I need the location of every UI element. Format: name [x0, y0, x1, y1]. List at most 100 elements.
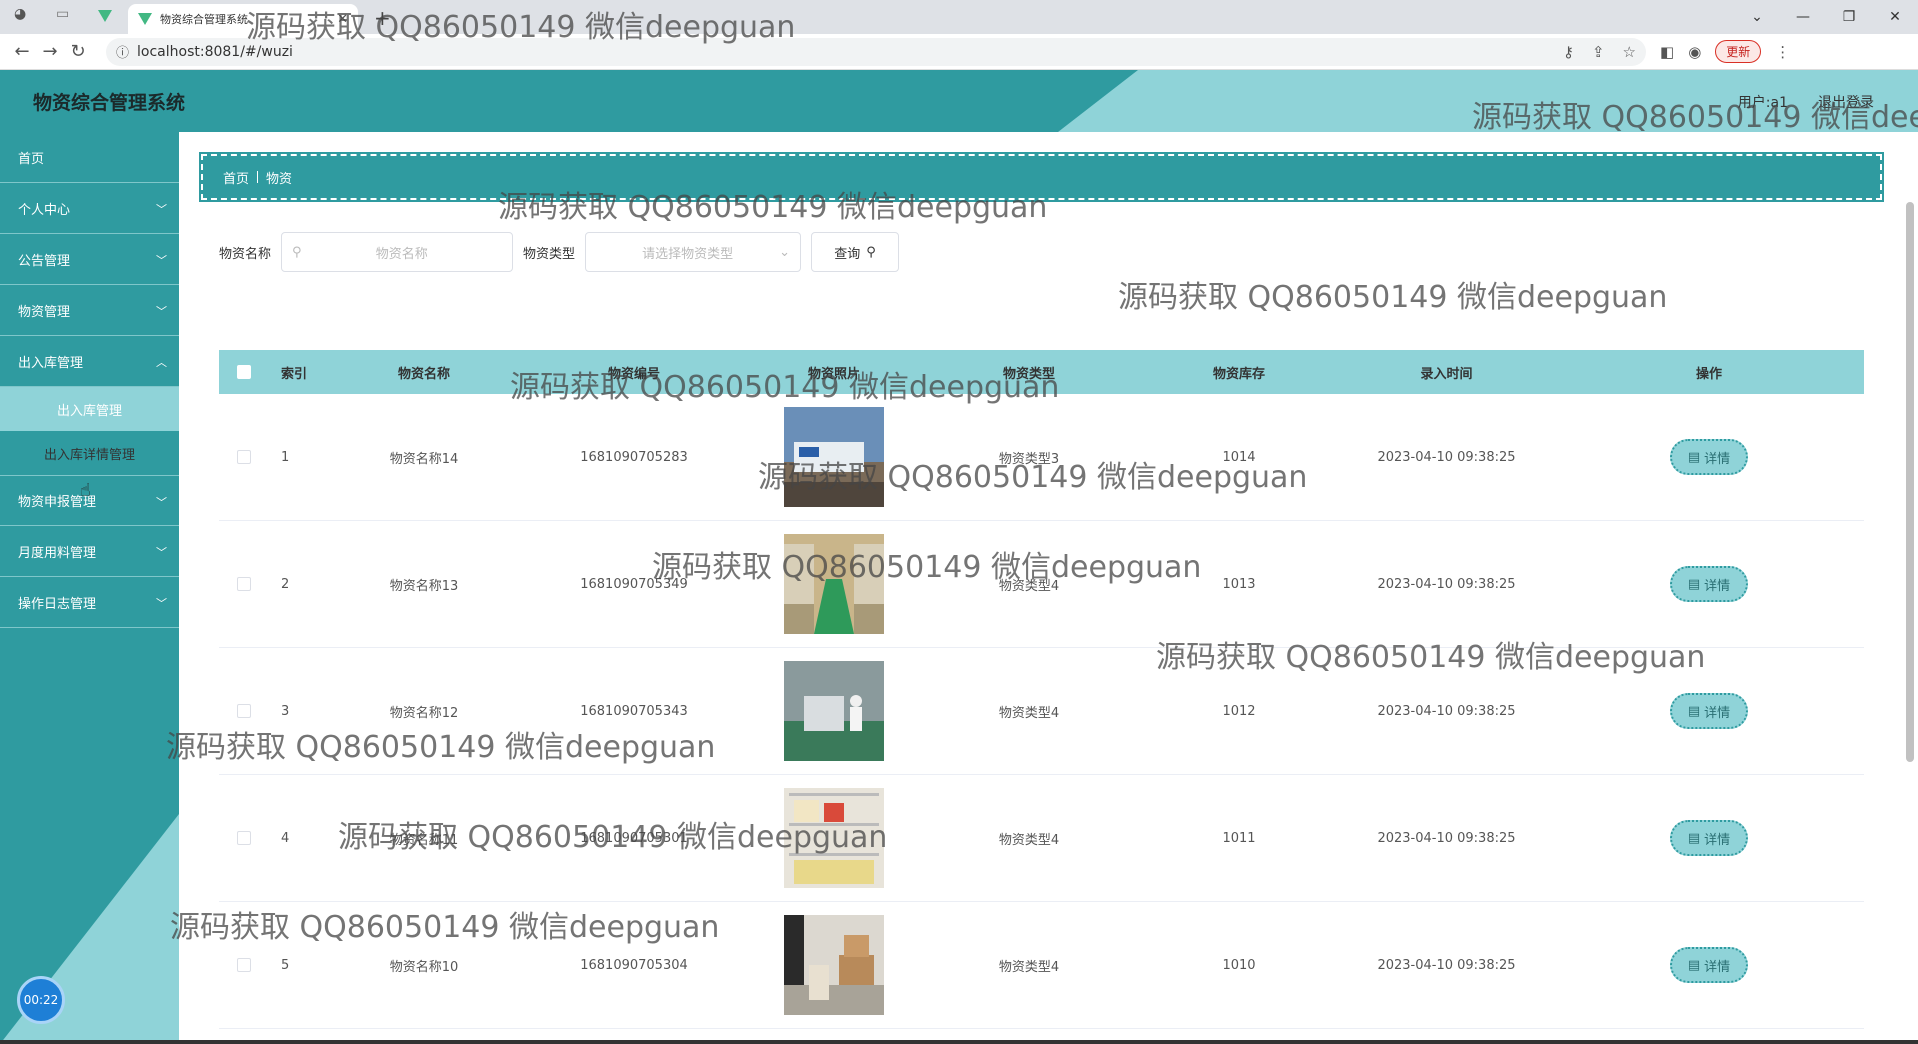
col-stock: 物资库存	[1212, 366, 1265, 382]
window-controls: ⌄ — ❐ ✕	[1734, 4, 1918, 30]
row-checkbox[interactable]	[237, 450, 251, 464]
mouse-cursor-icon: ☝	[80, 480, 91, 501]
chevron-down-icon: ﹀	[156, 305, 167, 318]
select-all-checkbox[interactable]	[237, 365, 251, 379]
cell-type: 物资类型4	[998, 578, 1060, 594]
breadcrumb: 首页 物资	[199, 152, 1884, 202]
detail-button[interactable]: ▤ 详情	[1670, 439, 1748, 475]
detail-button[interactable]: ▤ 详情	[1670, 947, 1748, 983]
row-checkbox[interactable]	[237, 958, 251, 972]
row-checkbox[interactable]	[237, 577, 251, 591]
tab-title: 物资综合管理系统	[160, 13, 248, 26]
cell-index: 2	[281, 576, 290, 592]
url-field[interactable]: ⓘ localhost:8081/#/wuzi ⚷ ⇪ ☆	[106, 37, 1646, 66]
github-icon[interactable]: ◕	[14, 6, 40, 28]
document-icon: ▤	[1687, 576, 1701, 592]
detail-button[interactable]: ▤ 详情	[1670, 693, 1748, 729]
cell-index: 1	[281, 449, 290, 465]
chevron-down-icon: ﹀	[156, 254, 167, 267]
logout-link[interactable]: 退出登录	[1818, 92, 1874, 112]
sidebar-subitem-label: 出入库详情管理	[43, 447, 135, 463]
cell-stock: 1011	[1222, 830, 1256, 846]
reload-icon[interactable]: ↻	[64, 41, 92, 62]
bookmark-star-icon[interactable]: ☆	[1623, 43, 1636, 61]
sidebar-item-home[interactable]: 首页	[0, 132, 179, 183]
close-tab-icon[interactable]: ✕	[337, 12, 348, 27]
breadcrumb-current: 物资	[266, 171, 293, 187]
minimize-icon[interactable]: —	[1780, 4, 1826, 30]
sidebar-subitem-label: 出入库管理	[56, 403, 122, 419]
restore-icon[interactable]: ❐	[1826, 4, 1872, 30]
cell-name: 物资名称11	[389, 832, 459, 848]
col-index: 索引	[281, 366, 308, 382]
sidebar-item-inout[interactable]: 出入库管理 ︿	[0, 336, 179, 387]
row-checkbox[interactable]	[237, 704, 251, 718]
search-icon: ⚲	[866, 244, 876, 260]
sidebar-item-monthly[interactable]: 月度用料管理 ﹀	[0, 526, 179, 577]
detail-button[interactable]: ▤ 详情	[1670, 820, 1748, 856]
profile-icon[interactable]: ◉	[1688, 43, 1701, 61]
breadcrumb-home[interactable]: 首页	[223, 168, 249, 187]
tab-search-icon[interactable]: ⌄	[1734, 4, 1780, 30]
table-row: 4 物资名称11 1681090705301 物资类型4 1011 2023-0…	[219, 775, 1864, 902]
breadcrumb-separator	[257, 171, 259, 183]
cell-name: 物资名称13	[389, 578, 459, 594]
info-icon[interactable]: ⓘ	[116, 42, 129, 61]
app-header: 物资综合管理系统 用户:a1 退出登录	[0, 70, 1918, 132]
sidebar-item-logs[interactable]: 操作日志管理 ﹀	[0, 577, 179, 628]
cell-type: 物资类型4	[998, 959, 1060, 975]
name-search-input[interactable]: ⚲ 物资名称	[281, 232, 514, 272]
main-content: 首页 物资 物资名称 ⚲ 物资名称 物资类型 请选择物资类型 ⌄ 查询 ⚲ 索引…	[179, 132, 1918, 1044]
sidebar-item-label: 个人中心	[18, 202, 71, 218]
active-browser-tab[interactable]: 物资综合管理系统 ✕	[128, 4, 358, 34]
detail-button[interactable]: ▤ 详情	[1670, 566, 1748, 602]
chevron-down-icon: ﹀	[156, 546, 167, 559]
sidebar-subitem-inout[interactable]: 出入库管理	[0, 387, 179, 431]
sidebar-item-profile[interactable]: 个人中心 ﹀	[0, 183, 179, 234]
menu-kebab-icon[interactable]: ⋮	[1775, 43, 1790, 61]
browser-tab-strip: ◕ ▭ 物资综合管理系统 ✕ + ⌄ — ❐ ✕	[0, 0, 1918, 34]
name-filter-label: 物资名称	[219, 246, 272, 262]
recording-timer[interactable]: 00:22	[17, 976, 65, 1024]
row-checkbox[interactable]	[237, 831, 251, 845]
vertical-scrollbar[interactable]	[1906, 202, 1914, 762]
cell-code: 1681090705283	[580, 449, 688, 465]
sidebar: 首页 个人中心 ﹀ 公告管理 ﹀ 物资管理 ﹀ 出入库管理 ︿ 出入库管理 出入库详情管…	[0, 132, 179, 1044]
sidebar-subitem-inout-detail[interactable]: 出入库详情管理	[0, 431, 179, 475]
table-row: 3 物资名称12 1681090705343 物资类型4 1012 2023-0…	[219, 648, 1864, 775]
query-button[interactable]: 查询 ⚲	[811, 232, 900, 272]
taskbar-edge	[0, 1040, 1918, 1044]
close-window-icon[interactable]: ✕	[1872, 4, 1918, 30]
cell-name: 物资名称14	[389, 451, 459, 467]
cell-index: 4	[281, 830, 290, 846]
type-select[interactable]: 请选择物资类型 ⌄	[585, 232, 802, 272]
side-panel-icon[interactable]: ◧	[1660, 43, 1674, 61]
detail-button-label: 详情	[1704, 451, 1731, 467]
chevron-down-icon: ﹀	[156, 496, 167, 509]
name-search-placeholder: 物资名称	[375, 246, 428, 262]
vue-tab-icon[interactable]	[98, 6, 124, 28]
back-icon[interactable]: ←	[8, 41, 36, 62]
sidebar-item-materials[interactable]: 物资管理 ﹀	[0, 285, 179, 336]
blank-tab-icon[interactable]: ▭	[56, 6, 82, 28]
sidebar-item-label: 物资管理	[18, 304, 71, 320]
material-photo[interactable]	[784, 661, 884, 761]
material-photo[interactable]	[784, 788, 884, 888]
cell-code: 1681090705301	[580, 830, 688, 846]
sidebar-item-notices[interactable]: 公告管理 ﹀	[0, 234, 179, 285]
update-button[interactable]: 更新	[1715, 40, 1762, 63]
table-header: 索引 物资名称 物资编号 物资照片 物资类型 物资库存 录入时间 操作	[219, 350, 1864, 394]
app-root: 物资综合管理系统 用户:a1 退出登录 首页 个人中心 ﹀ 公告管理 ﹀ 物资管理 ﹀…	[0, 70, 1918, 1044]
detail-button-label: 详情	[1704, 578, 1731, 594]
new-tab-icon[interactable]: +	[374, 6, 391, 30]
query-button-label: 查询	[834, 246, 861, 262]
material-photo[interactable]	[784, 534, 884, 634]
document-icon: ▤	[1687, 449, 1701, 465]
material-photo[interactable]	[784, 407, 884, 507]
forward-icon[interactable]: →	[36, 41, 64, 62]
cell-type: 物资类型3	[998, 451, 1060, 467]
key-icon[interactable]: ⚷	[1563, 43, 1574, 61]
share-icon[interactable]: ⇪	[1592, 43, 1605, 61]
table-row: 1 物资名称14 1681090705283 物资类型3 1014 2023-0…	[219, 394, 1864, 521]
material-photo[interactable]	[784, 915, 884, 1015]
